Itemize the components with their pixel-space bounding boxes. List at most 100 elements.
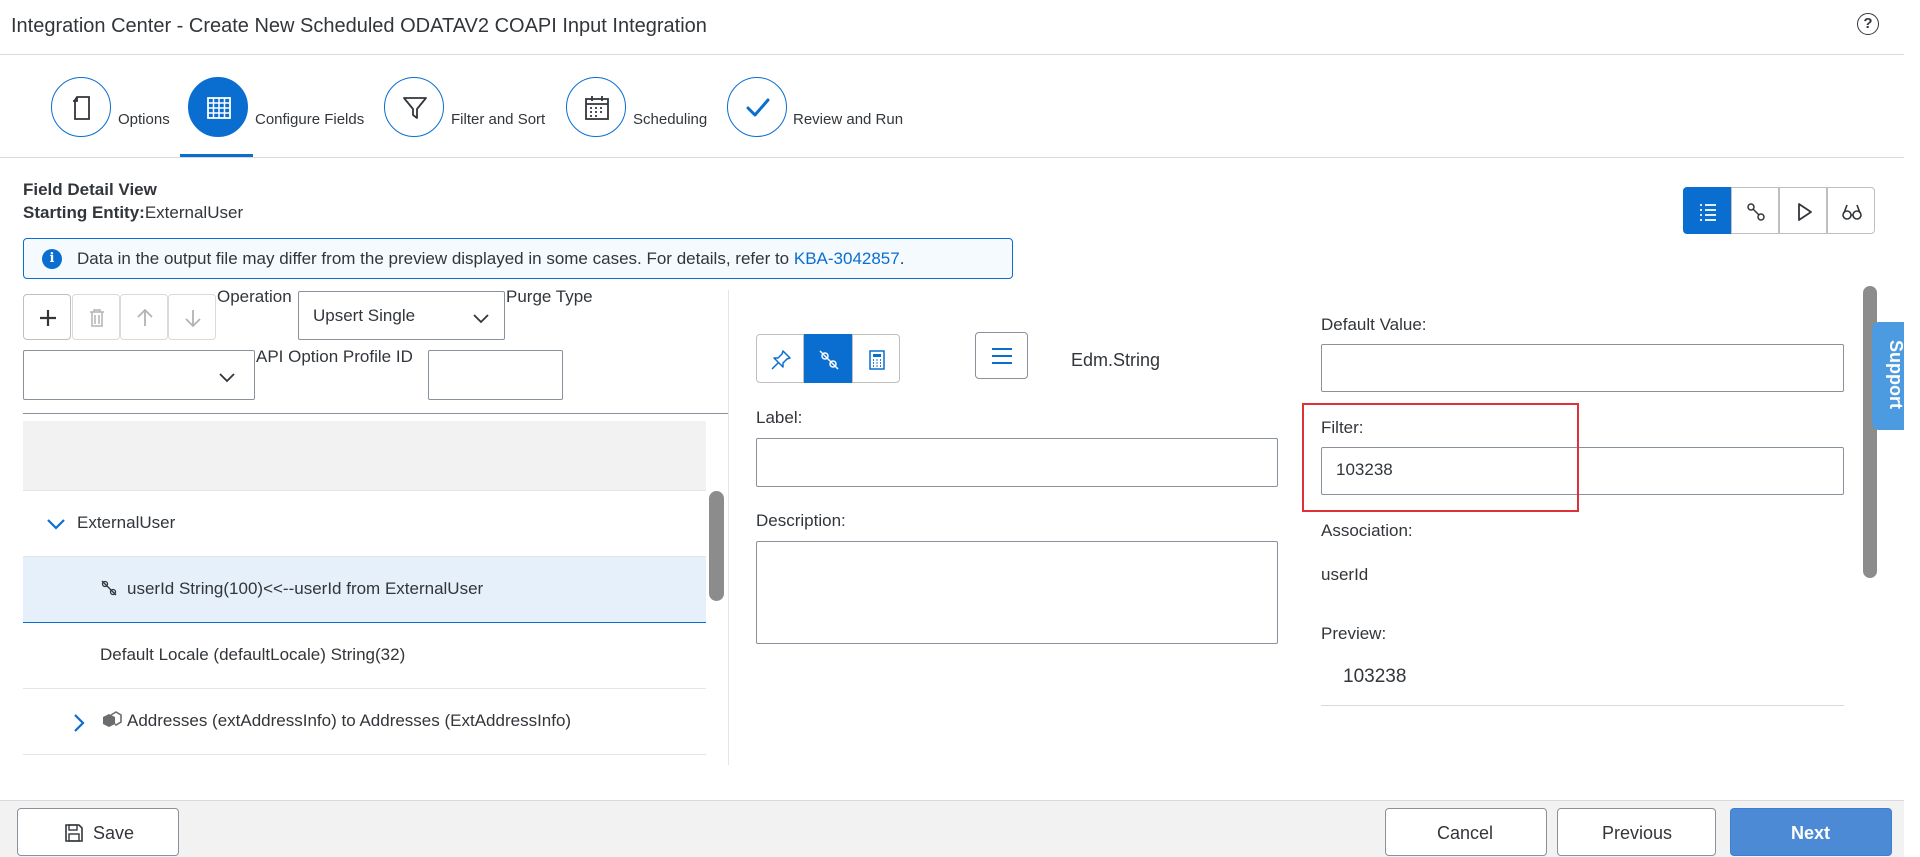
preview-glasses-button[interactable] (1827, 187, 1875, 234)
page-title: Integration Center - Create New Schedule… (11, 15, 707, 37)
move-down-button[interactable] (168, 294, 216, 340)
cubes-icon (103, 711, 122, 727)
filter-highlight-annotation (1302, 403, 1579, 512)
info-message-body: Data in the output file may differ from … (77, 249, 794, 268)
step-review-run-button[interactable] (727, 77, 787, 137)
step-configure-fields-button[interactable] (188, 77, 248, 137)
field-menu-button[interactable] (975, 332, 1028, 379)
wizard-steps (0, 56, 1904, 158)
list-view-button[interactable] (1683, 187, 1731, 234)
unlink-icon (101, 580, 117, 596)
window-edge (1904, 0, 1920, 857)
tree-header (23, 421, 706, 491)
step-configure-fields-label[interactable]: Configure Fields (255, 111, 364, 128)
description-textarea[interactable] (756, 541, 1278, 644)
active-step-indicator (180, 154, 253, 157)
info-message-suffix: . (899, 249, 905, 268)
tree-row-label: Addresses (extAddressInfo) to Addresses … (127, 711, 572, 730)
support-label: Support (1886, 340, 1906, 409)
label-field-label: Label: (756, 408, 803, 427)
help-icon[interactable]: ? (1857, 13, 1879, 35)
preview-divider (1321, 705, 1844, 706)
api-option-profile-label: API Option Profile ID (256, 347, 413, 366)
step-filter-sort-button[interactable] (384, 77, 444, 137)
chevron-right-icon[interactable] (72, 713, 86, 733)
plus-icon (40, 310, 56, 326)
pane-splitter[interactable] (728, 290, 729, 765)
step-scheduling-label[interactable]: Scheduling (633, 111, 707, 128)
step-options-label[interactable]: Options (118, 111, 170, 128)
tree-row-label: ExternalUser (77, 513, 176, 532)
starting-entity: Starting Entity:ExternalUser (23, 203, 243, 223)
hamburger-menu-icon (992, 348, 1012, 364)
mapping-view-icon (1747, 203, 1765, 221)
starting-entity-value: ExternalUser (144, 203, 244, 222)
association-value: userId (1321, 565, 1369, 584)
calculated-mode-button[interactable] (852, 334, 900, 383)
operation-label: Operation (217, 287, 292, 306)
list-view-icon (1700, 204, 1716, 221)
cancel-button-label: Cancel (1437, 823, 1494, 843)
next-button-label: Next (1791, 823, 1831, 843)
step-options-button[interactable] (51, 77, 111, 137)
title-bar: Integration Center - Create New Schedule… (0, 0, 1904, 55)
description-field-label: Description: (756, 511, 846, 530)
mapping-view-button[interactable] (1731, 187, 1779, 234)
step-scheduling-button[interactable] (566, 77, 626, 137)
tree-row-label: userId String(100)<<--userId from Extern… (127, 579, 484, 598)
label-input[interactable] (756, 438, 1278, 487)
arrow-up-icon (137, 308, 153, 326)
tree-row-userid[interactable]: userId String(100)<<--userId from Extern… (23, 557, 706, 623)
tree-row-addresses[interactable]: Addresses (extAddressInfo) to Addresses … (23, 689, 706, 755)
previous-button-label: Previous (1602, 823, 1673, 843)
tree-row-default-locale[interactable]: Default Locale (defaultLocale) String(32… (23, 623, 706, 689)
pin-icon (771, 350, 791, 370)
pin-mode-button[interactable] (756, 334, 804, 383)
run-preview-button[interactable] (1779, 187, 1827, 234)
tree-divider (23, 413, 729, 414)
info-icon: i (42, 249, 62, 269)
chevron-down-icon[interactable] (46, 517, 66, 531)
save-button[interactable]: Save (17, 808, 179, 856)
trash-icon (90, 309, 104, 327)
calendar-icon (585, 96, 609, 120)
document-icon (73, 96, 90, 120)
glasses-icon (1842, 204, 1862, 220)
play-icon (1798, 203, 1812, 221)
default-value-input[interactable] (1321, 344, 1844, 392)
purge-type-label: Purge Type (506, 287, 593, 306)
info-message-text: Data in the output file may differ from … (77, 249, 904, 269)
preview-value: 103238 (1343, 666, 1407, 687)
save-icon (65, 824, 83, 842)
funnel-icon (403, 97, 427, 119)
arrow-down-icon (185, 310, 201, 328)
save-button-label: Save (93, 823, 135, 843)
next-button[interactable]: Next (1730, 808, 1892, 856)
kba-link[interactable]: KBA-3042857 (794, 249, 900, 268)
step-filter-sort-label[interactable]: Filter and Sort (451, 111, 545, 128)
previous-button[interactable]: Previous (1557, 808, 1716, 856)
operation-select-value: Upsert Single (313, 306, 416, 325)
operation-select[interactable]: Upsert Single (298, 291, 505, 340)
field-type: Edm.String (1071, 350, 1161, 370)
api-option-profile-input[interactable] (428, 350, 563, 400)
move-up-button[interactable] (120, 294, 168, 340)
step-review-run-label[interactable]: Review and Run (793, 111, 903, 128)
cancel-button[interactable]: Cancel (1385, 808, 1547, 856)
calculator-icon (869, 350, 885, 370)
unlink-icon (819, 350, 839, 370)
chevron-down-icon (473, 314, 489, 324)
tree-row-label: Default Locale (defaultLocale) String(32… (100, 645, 406, 664)
info-message-strip: i Data in the output file may differ fro… (23, 238, 1013, 279)
tree-scrollbar[interactable] (709, 491, 724, 601)
purge-type-select[interactable] (23, 350, 255, 400)
tree-row-external-user[interactable]: ExternalUser (23, 491, 706, 557)
default-value-label: Default Value: (1321, 315, 1427, 334)
chevron-down-icon (219, 373, 235, 383)
delete-field-button[interactable] (72, 294, 120, 340)
starting-entity-label: Starting Entity: (23, 203, 145, 222)
preview-label: Preview: (1321, 624, 1387, 643)
section-title: Field Detail View (23, 180, 157, 199)
add-field-button[interactable] (23, 294, 71, 340)
unlink-mode-button[interactable] (804, 334, 852, 383)
